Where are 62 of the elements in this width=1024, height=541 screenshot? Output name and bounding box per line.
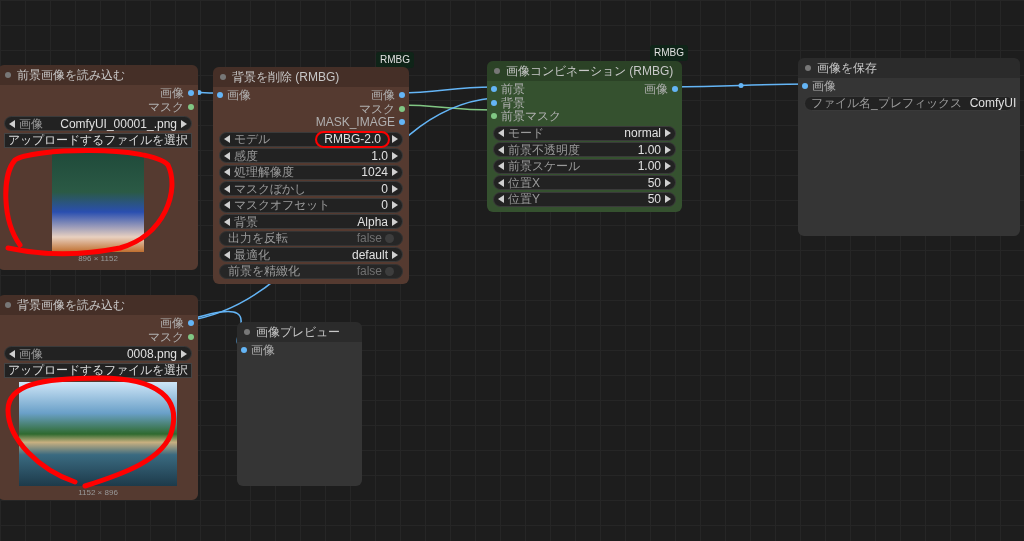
port-label: MASK_IMAGE — [315, 116, 395, 128]
port-label: 前景マスク — [501, 110, 561, 122]
node-panel[interactable]: 前景画像を読み込む 画像 マスク 画像 ComfyUI_00001_.png アップロードするファイルを選択 896 × 1152 — [0, 65, 198, 270]
combo-widget[interactable]: 背景 Alpha — [219, 214, 403, 229]
port-label: 画像 — [371, 89, 395, 101]
combo-widget[interactable]: マスクぼかし 0 — [219, 181, 403, 196]
combo-widget[interactable]: 画像 0008.png — [4, 346, 192, 361]
node-panel[interactable]: 画像プレビュー 画像 — [237, 322, 362, 486]
caret-right-icon[interactable] — [391, 250, 398, 259]
node-panel[interactable]: 背景を削除 (RMBG) 画像 画像 マスク MASK_IMAGE モデル RMBG-2.0 感度 1.0 処理解像度 1024 マスクぼかし 0 マスクオフセット 0 背景 Alpha 出力を反転 false 最適化 default 前景を精緻化 false — [213, 67, 409, 284]
port-label: 前景 — [501, 83, 525, 95]
combo-widget[interactable]: 最適化 default — [219, 247, 403, 262]
node-title: 前景画像を読み込む — [17, 69, 125, 81]
port-label: 背景 — [501, 96, 525, 109]
combo-widget[interactable]: 位置Y 50 — [493, 191, 676, 207]
combo-widget[interactable]: 感度 1.0 — [219, 148, 403, 163]
upload-button[interactable]: アップロードするファイルを選択 — [4, 132, 192, 148]
node-title-bar[interactable]: 画像プレビュー — [237, 322, 362, 342]
combo-widget[interactable]: 前景スケール 1.00 — [493, 158, 676, 174]
combo-widget[interactable]: マスクオフセット 0 — [219, 197, 403, 213]
port-label: 画像 — [160, 317, 184, 329]
node-title: 背景画像を読み込む — [17, 299, 125, 311]
combo-widget[interactable]: モード normal — [493, 125, 676, 141]
node-badge: RMBG — [650, 45, 688, 61]
node-title: 画像プレビュー — [256, 326, 340, 338]
toggle-widget[interactable]: 出力を反転 false — [219, 230, 403, 246]
port-label: 画像 — [227, 89, 251, 101]
node-badge: RMBG — [376, 52, 414, 68]
node-panel[interactable]: 画像コンビネーション (RMBG) 前景 画像 背景 前景マスク モード normal 前景不透明度 1.00 前景スケール 1.00 位置X 50 位置Y 50 — [487, 61, 682, 212]
caret-right-icon[interactable] — [180, 349, 187, 358]
caret-left-icon[interactable] — [224, 250, 231, 259]
node-title-bar[interactable]: 画像を保存 — [798, 58, 1020, 78]
combo-widget[interactable]: 処理解像度 1024 — [219, 164, 403, 180]
node-panel[interactable]: 背景画像を読み込む 画像 マスク 画像 0008.png アップロードするファイルを選択 1152 × 896 — [0, 295, 198, 500]
port-label: 画像 — [812, 80, 836, 92]
upload-button[interactable]: アップロードするファイルを選択 — [4, 362, 192, 378]
caret-right-icon[interactable] — [180, 119, 187, 128]
image-size-label: 896 × 1152 — [78, 255, 118, 263]
node-panel[interactable]: 画像を保存 画像 ファイル名_プレフィックス ComfyUI — [798, 58, 1020, 236]
combo-widget[interactable]: 位置X 50 — [493, 175, 676, 190]
port-label: 画像 — [644, 83, 668, 95]
wire-midpoint-icon[interactable] — [738, 83, 744, 88]
toggle-widget[interactable]: 前景を精緻化 false — [219, 263, 403, 279]
node-title-bar[interactable]: 画像コンビネーション (RMBG) — [487, 61, 682, 81]
caret-left-icon[interactable] — [9, 349, 16, 358]
combo-widget[interactable]: モデル RMBG-2.0 — [219, 131, 403, 147]
combo-widget[interactable]: 前景不透明度 1.00 — [493, 142, 676, 157]
port-label: マスク — [148, 100, 184, 113]
node-title-bar[interactable]: 前景画像を読み込む — [0, 65, 198, 85]
caret-left-icon[interactable] — [9, 119, 16, 128]
node-title: 画像を保存 — [817, 62, 877, 74]
text-widget[interactable]: ファイル名_プレフィックス ComfyUI — [804, 95, 1014, 111]
combo-widget[interactable]: 画像 ComfyUI_00001_.png — [4, 116, 192, 131]
image-size-label: 1152 × 896 — [78, 489, 118, 497]
port-label: 画像 — [160, 87, 184, 99]
port-label: マスク — [148, 330, 184, 343]
port-label: マスク — [359, 102, 395, 115]
port-label: 画像 — [251, 344, 275, 356]
node-title: 画像コンビネーション (RMBG) — [506, 65, 674, 77]
node-title: 背景を削除 (RMBG) — [232, 71, 340, 83]
node-title-bar[interactable]: 背景画像を読み込む — [0, 295, 198, 315]
node-title-bar[interactable]: 背景を削除 (RMBG) — [213, 67, 409, 87]
